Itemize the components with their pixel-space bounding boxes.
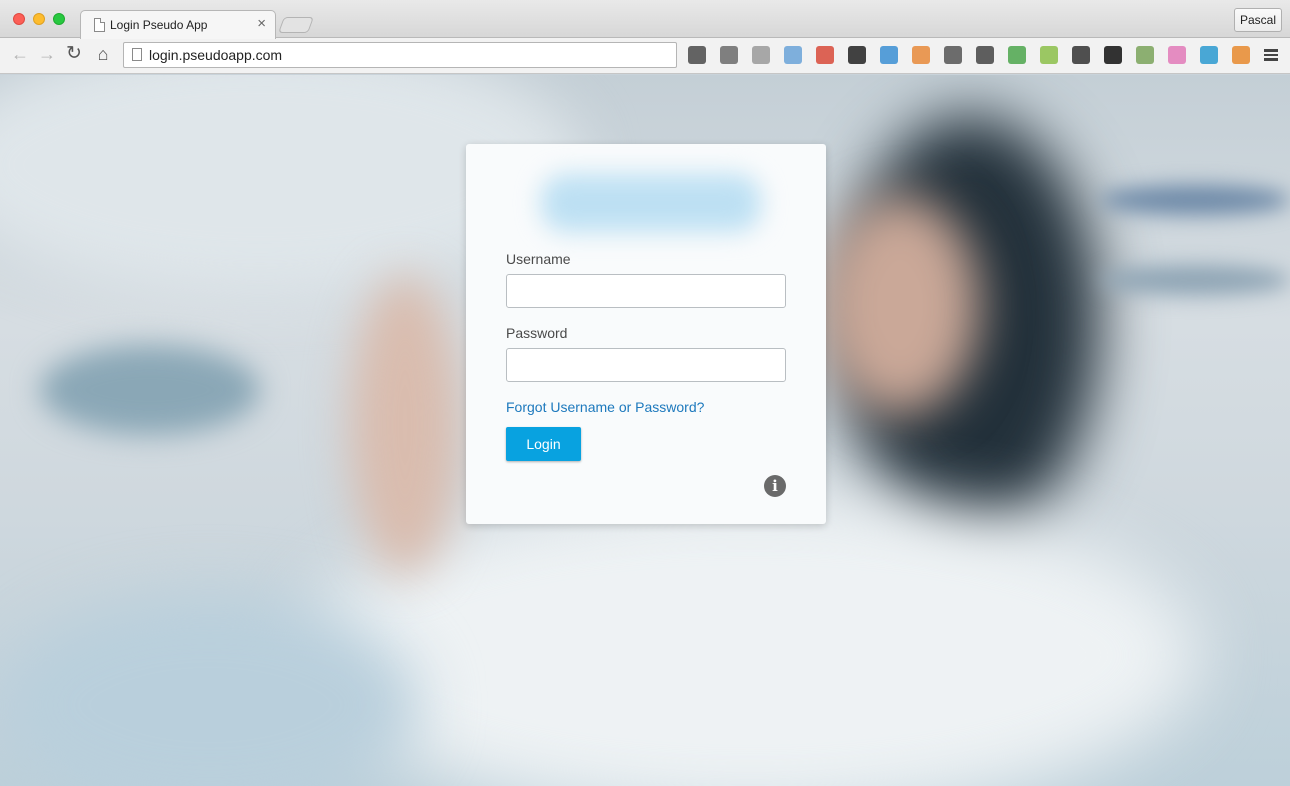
- menu-icon[interactable]: [1264, 49, 1278, 61]
- window-maximize-button[interactable]: [53, 13, 65, 25]
- new-tab-button[interactable]: [278, 17, 314, 33]
- background-photo: [40, 345, 260, 435]
- cast-icon[interactable]: [976, 46, 994, 64]
- password-input[interactable]: [506, 348, 786, 382]
- browser-tab-active[interactable]: Login Pseudo App ×: [80, 10, 276, 39]
- home-icon[interactable]: ⌂: [92, 43, 114, 65]
- network-icon[interactable]: [1200, 46, 1218, 64]
- tab-close-icon[interactable]: ×: [257, 16, 266, 32]
- download-icon[interactable]: [752, 46, 770, 64]
- address-bar[interactable]: [123, 42, 677, 68]
- page-icon: [94, 18, 105, 32]
- js-icon[interactable]: [1136, 46, 1154, 64]
- browser-toolbar: ← → ↻ ⌂: [0, 38, 1290, 74]
- password-label: Password: [506, 325, 568, 341]
- window-close-button[interactable]: [13, 13, 25, 25]
- page-icon: [132, 48, 142, 61]
- profile-button[interactable]: Pascal: [1234, 8, 1282, 32]
- username-input[interactable]: [506, 274, 786, 308]
- orange-stand-icon[interactable]: [1232, 46, 1250, 64]
- glasses-icon[interactable]: [1104, 46, 1122, 64]
- background-photo: [1100, 265, 1290, 295]
- page-viewport: Username Password Forgot Username or Pas…: [0, 75, 1290, 786]
- ghostery-icon[interactable]: [720, 46, 738, 64]
- document-icon[interactable]: [784, 46, 802, 64]
- reload-icon[interactable]: ↻: [63, 43, 85, 65]
- forward-arrow-icon[interactable]: →: [36, 43, 58, 65]
- green-doc-icon[interactable]: [1008, 46, 1026, 64]
- ruler-icon[interactable]: [1072, 46, 1090, 64]
- login-card: Username Password Forgot Username or Pas…: [466, 144, 826, 524]
- tab-title: Login Pseudo App: [110, 18, 208, 32]
- android-icon[interactable]: [1040, 46, 1058, 64]
- background-photo: [1100, 185, 1290, 215]
- red-book-icon[interactable]: [816, 46, 834, 64]
- forgot-credentials-link[interactable]: Forgot Username or Password?: [506, 399, 704, 415]
- url-input[interactable]: [149, 45, 669, 65]
- info-icon[interactable]: i: [764, 475, 786, 497]
- background-photo: [350, 275, 460, 575]
- back-arrow-icon[interactable]: ←: [9, 43, 31, 65]
- app-logo: [541, 174, 761, 232]
- login-button[interactable]: Login: [506, 427, 581, 461]
- window-minimize-button[interactable]: [33, 13, 45, 25]
- username-label: Username: [506, 251, 571, 267]
- browser-tab-bar: Login Pseudo App × Pascal: [0, 0, 1290, 39]
- k-icon[interactable]: [1168, 46, 1186, 64]
- background-photo: [820, 195, 980, 415]
- orange-tool-icon[interactable]: [912, 46, 930, 64]
- clock-icon[interactable]: [944, 46, 962, 64]
- font-query-icon[interactable]: [848, 46, 866, 64]
- colorful-mascot-icon[interactable]: [880, 46, 898, 64]
- eyedropper-icon[interactable]: [688, 46, 706, 64]
